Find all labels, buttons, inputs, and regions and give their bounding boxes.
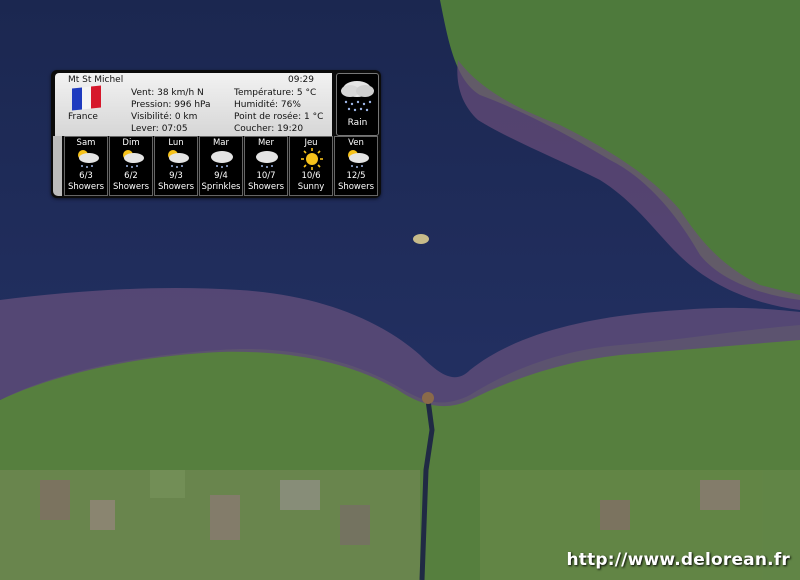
current-condition-tile: Rain [336,73,379,136]
forecast-condition: Showers [157,182,195,192]
current-time: 09:29 [288,75,314,85]
current-conditions: Mt St Michel 09:29 France Vent: 38 km/h … [55,73,382,136]
current-condition-label: Rain [347,118,368,128]
forecast-day: Dim 6/2 Showers [109,136,153,196]
forecast-day: Jeu 10/6 Sunny [289,136,333,196]
sprinkles-icon [211,151,233,168]
forecast-day: Ven 12/5 Showers [334,136,378,196]
forecast-temps: 9/4 [214,171,228,181]
forecast-day-name: Jeu [304,138,318,148]
forecast-day-name: Mar [212,138,230,148]
showers-icon [123,150,144,168]
forecast-day: Mar 9/4 Sprinkles [199,136,243,196]
forecast-condition: Sunny [297,182,325,192]
forecast-condition: Showers [67,182,105,192]
forecast-day-name: Ven [348,138,364,148]
showers-icon [168,150,189,168]
forecast-temps: 6/2 [124,171,138,181]
weather-widget: Mt St Michel 09:29 France Vent: 38 km/h … [51,70,381,198]
forecast-condition: Showers [247,182,285,192]
forecast-day: Sam 6/3 Showers [64,136,108,196]
forecast-temps: 6/3 [79,171,93,181]
forecast-strip: Sam 6/3 Showers Dim 6/2 Showers Lun 9/3 … [64,136,380,196]
wind-value: Vent: 38 km/h N [131,88,204,98]
forecast-condition: Sprinkles [201,182,241,192]
visibility-value: Visibilité: 0 km [131,112,198,122]
country-name: France [68,112,98,122]
forecast-day-name: Dim [122,138,140,148]
forecast-day-name: Mer [257,138,275,148]
forecast-day-name: Sam [76,138,96,148]
rain-cloud-icon [341,81,374,112]
pressure-value: Pression: 996 hPa [131,100,211,110]
forecast-temps: 10/6 [301,171,321,181]
forecast-temps: 9/3 [169,171,183,181]
website-watermark: http://www.delorean.fr [566,550,790,570]
humidity-value: Humidité: 76% [234,100,301,110]
forecast-temps: 12/5 [346,171,366,181]
current-conditions-panel: Mt St Michel 09:29 France Vent: 38 km/h … [55,73,332,136]
temperature-value: Température: 5 °C [234,88,317,98]
sunset-value: Coucher: 19:20 [234,124,304,134]
sunrise-value: Lever: 07:05 [131,124,188,134]
forecast-condition: Showers [112,182,150,192]
forecast-temps: 10/7 [256,171,276,181]
forecast-day: Lun 9/3 Showers [154,136,198,196]
widget-handle[interactable] [53,136,62,196]
showers-icon [348,150,369,168]
showers-icon [78,150,99,168]
dewpoint-value: Point de rosée: 1 °C [234,112,324,122]
location-name: Mt St Michel [68,75,124,85]
sun-icon [301,148,323,170]
forecast-day-name: Lun [168,138,184,148]
forecast-condition: Showers [337,182,375,192]
france-flag-icon [72,85,102,111]
showers-icon [256,151,278,168]
forecast-day: Mer 10/7 Showers [244,136,288,196]
